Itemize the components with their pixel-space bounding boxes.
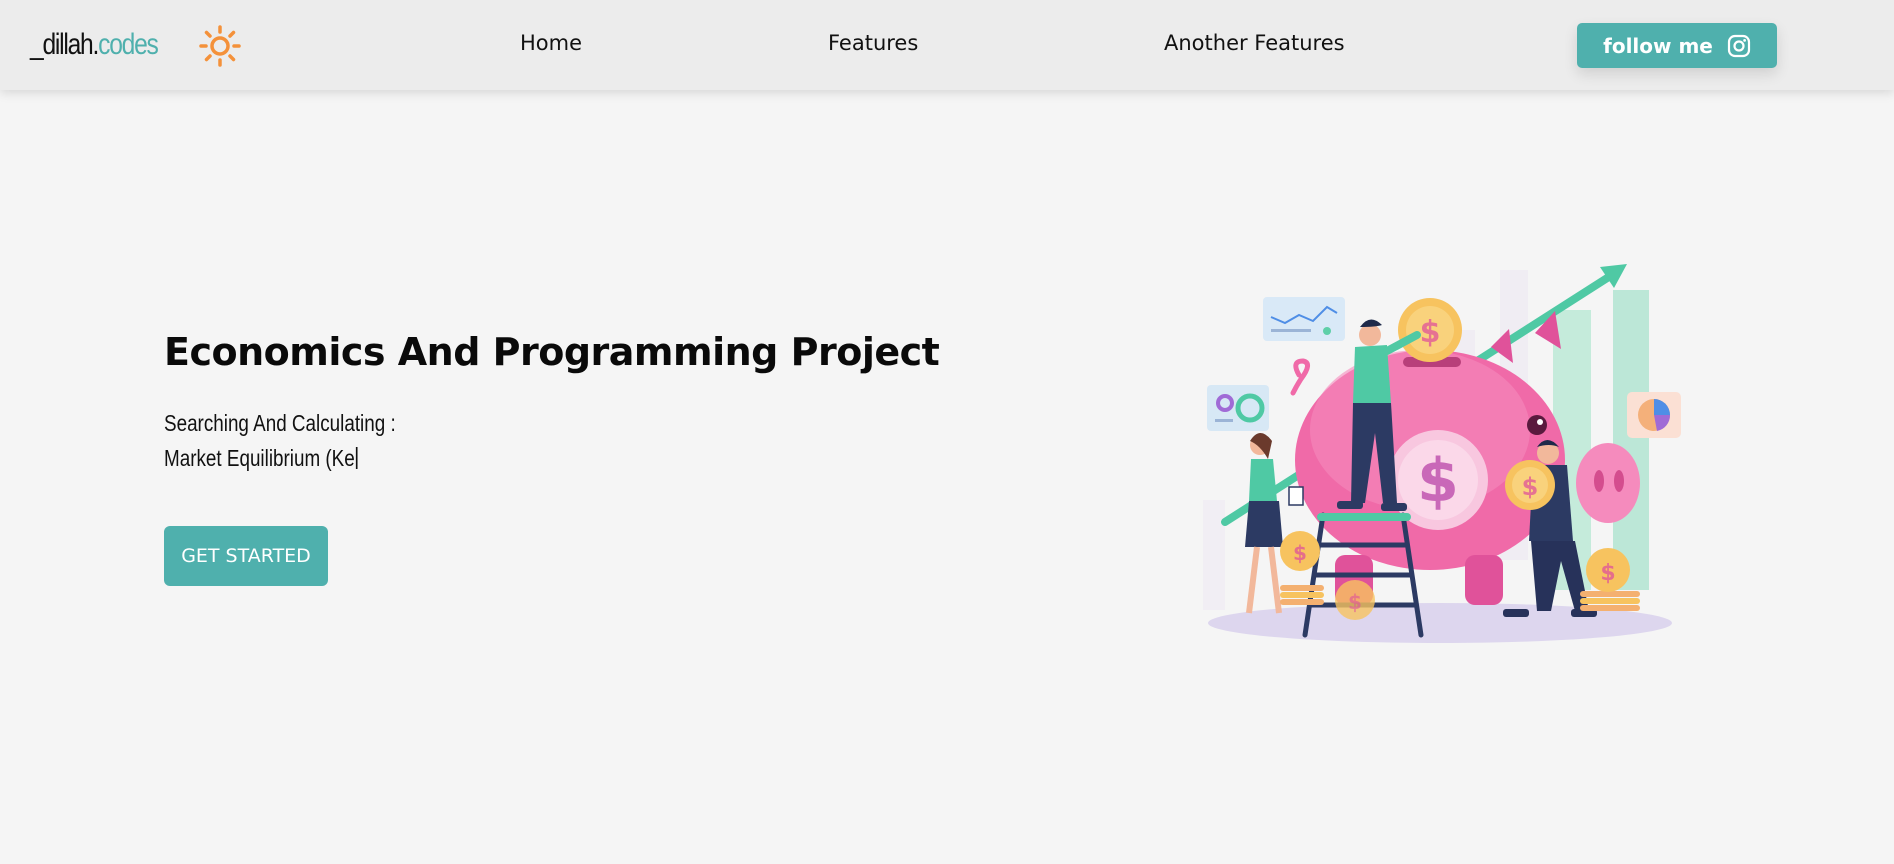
coin-icon-held: $ [1505,460,1555,510]
nav-link-home[interactable]: Home [520,31,582,55]
follow-me-label: follow me [1603,33,1713,58]
hero-title: Economics And Programming Project [164,330,940,374]
navbar: _dillah. codes Home Features Another Feat… [0,0,1894,90]
typing-text-line: Market Equilibrium (Ke [164,445,358,472]
brand-logo[interactable]: _dillah. codes [30,24,159,66]
brand-name-main: _dillah. [30,28,99,61]
get-started-button[interactable]: GET STARTED [164,526,328,586]
svg-text:$: $ [1417,446,1459,516]
instagram-icon [1727,34,1750,57]
svg-text:$: $ [1348,590,1362,614]
nav-link-another-features[interactable]: Another Features [1164,31,1345,55]
ribbon-icon [1290,358,1310,396]
follow-me-button[interactable]: follow me [1577,23,1777,68]
svg-text:$: $ [1420,315,1441,350]
sun-icon [199,25,241,67]
donut-chart-card-icon [1207,385,1269,431]
coin-icon-top: $ [1398,298,1462,362]
piggy-bank-illustration: $ $ $ $ $ $ [1203,264,1681,643]
coin-icon-ground: $ [1335,580,1375,620]
svg-text:$: $ [1293,541,1307,565]
line-chart-card-icon [1263,297,1345,341]
typing-caret [355,447,358,469]
nav-link-features[interactable]: Features [828,31,918,55]
brand-name-accent: codes [98,28,159,61]
svg-text:$: $ [1600,561,1615,586]
hero-subtitle: Searching And Calculating : [164,410,396,436]
svg-text:$: $ [1522,473,1539,501]
typing-text: Market Equilibrium (Ke [164,445,355,471]
pie-chart-card-icon [1627,392,1681,438]
